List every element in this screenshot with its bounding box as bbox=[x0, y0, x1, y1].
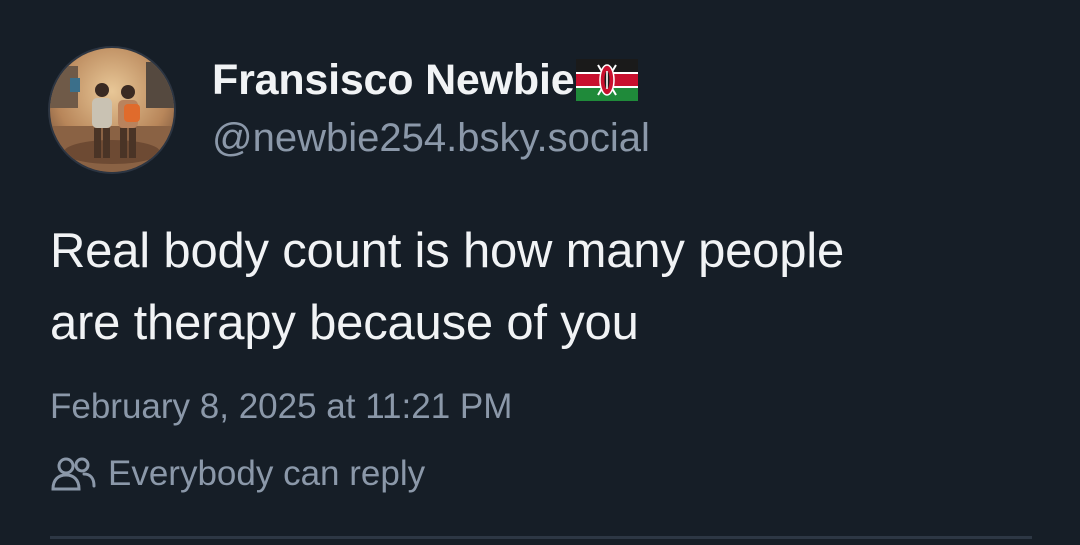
post-text-line: are therapy because of you bbox=[50, 296, 639, 350]
avatar-image bbox=[50, 48, 174, 172]
author-display-name-text: Fransisco Newbie bbox=[212, 56, 575, 104]
post-text-line: Real body count is how many people bbox=[50, 224, 845, 278]
kenya-flag-icon bbox=[576, 59, 639, 101]
divider bbox=[50, 536, 1032, 539]
avatar[interactable] bbox=[50, 48, 174, 172]
author-display-name[interactable]: Fransisco Newbie bbox=[212, 54, 650, 106]
post-text: Real body count is how many people are t… bbox=[50, 215, 1040, 359]
post-timestamp: February 8, 2025 at 11:21 PM bbox=[50, 387, 513, 426]
reply-setting[interactable]: Everybody can reply bbox=[50, 452, 425, 496]
reply-setting-label: Everybody can reply bbox=[108, 454, 426, 493]
people-icon bbox=[50, 455, 96, 493]
post-author: Fransisco Newbie @newbie254.bsky.social bbox=[212, 54, 650, 162]
author-handle[interactable]: @newbie254.bsky.social bbox=[212, 114, 650, 162]
